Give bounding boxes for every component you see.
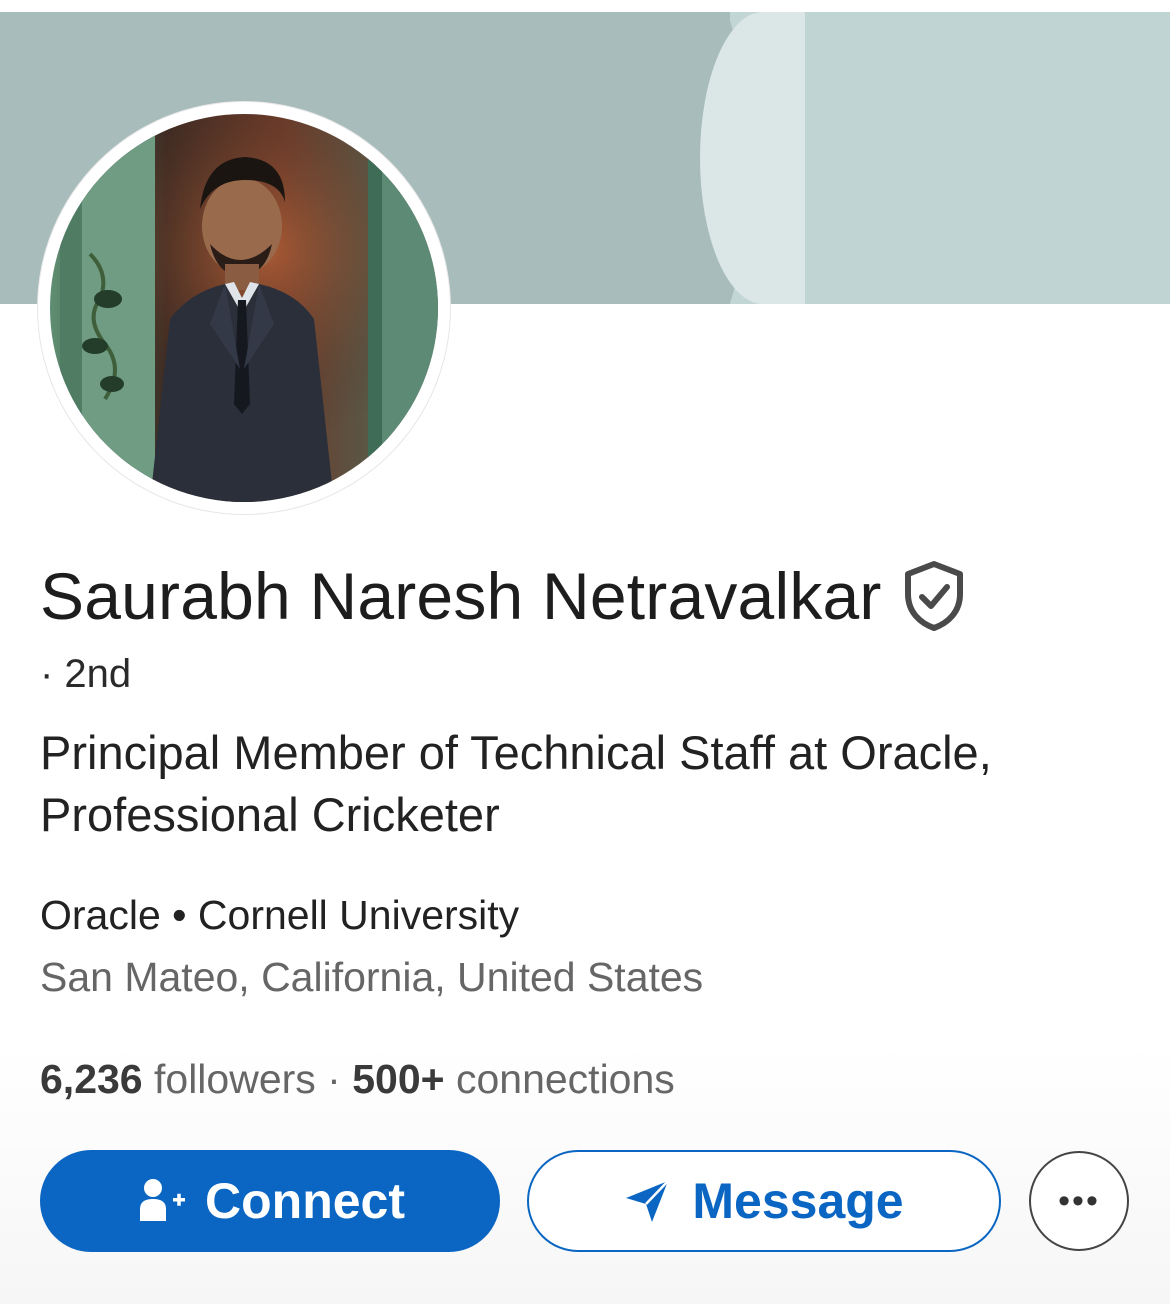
followers-count: 6,236 — [40, 1056, 143, 1102]
connections-label[interactable]: connections — [445, 1056, 675, 1102]
message-button[interactable]: Message — [527, 1150, 1001, 1252]
profile-avatar[interactable] — [38, 102, 450, 514]
send-icon — [626, 1180, 670, 1222]
school-name[interactable]: Cornell University — [198, 892, 519, 938]
stats-separator: · — [315, 1056, 353, 1102]
top-strip — [0, 0, 1170, 12]
banner-right-panel — [805, 12, 1170, 304]
avatar-photo — [50, 114, 438, 502]
add-person-icon — [140, 1179, 185, 1221]
profile-location: San Mateo, California, United States — [40, 954, 704, 1000]
profile-page: Saurabh Naresh Netravalkar · 2nd Princip… — [0, 0, 1170, 1304]
verified-shield-icon[interactable] — [902, 560, 966, 632]
network-stats: 6,236 followers · 500+ connections — [40, 1056, 675, 1103]
connections-count[interactable]: 500+ — [352, 1056, 444, 1102]
name-row: Saurabh Naresh Netravalkar — [40, 560, 966, 632]
current-company[interactable]: Oracle — [40, 892, 161, 938]
company-school-line: Oracle • Cornell University — [40, 892, 519, 939]
more-options-button[interactable]: ••• — [1029, 1151, 1129, 1251]
connect-label: Connect — [205, 1173, 405, 1229]
more-options-icon: ••• — [1058, 1181, 1100, 1220]
avatar-photo-illustration — [50, 114, 438, 502]
followers-label: followers — [142, 1056, 316, 1102]
separator-dot: • — [160, 892, 198, 938]
connection-degree: · 2nd — [40, 652, 132, 696]
connect-button[interactable]: Connect — [40, 1150, 500, 1252]
profile-name: Saurabh Naresh Netravalkar — [40, 559, 882, 633]
profile-headline: Principal Member of Technical Staff at O… — [40, 726, 992, 841]
message-label: Message — [692, 1173, 904, 1229]
